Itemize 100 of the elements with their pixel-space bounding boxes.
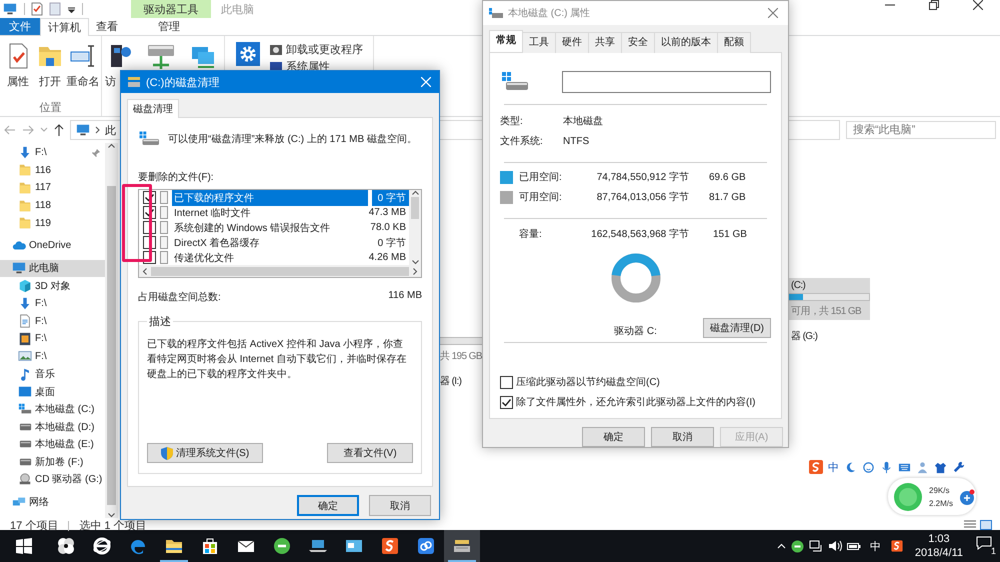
chevron-up-icon[interactable]: [776, 543, 786, 549]
nav-item[interactable]: F:\: [0, 144, 105, 162]
speed-ball-icon: [893, 482, 923, 512]
file-size: 0 字节: [372, 190, 409, 206]
ribbon-button[interactable]: 属性: [4, 42, 32, 100]
dialog-button[interactable]: 取消: [651, 427, 714, 447]
computer-icon[interactable]: [2, 2, 18, 16]
circle-app-icon[interactable]: [790, 540, 804, 552]
scrollbar-thumb[interactable]: [151, 266, 409, 276]
details-view-icon[interactable]: [964, 520, 976, 530]
close-icon[interactable]: [973, 0, 983, 10]
scrollbar[interactable]: [105, 143, 117, 518]
ribbon-link[interactable]: 卸载或更改程序: [269, 42, 363, 57]
context-tab-header: 驱动器工具: [131, 0, 211, 18]
nav-item[interactable]: 118: [0, 196, 105, 214]
tiles-view-icon[interactable]: [980, 520, 992, 530]
clock[interactable]: 1:03 2018/4/11: [914, 532, 963, 560]
checklist-icon[interactable]: [31, 2, 43, 16]
network-icon[interactable]: [808, 540, 823, 552]
dialog-tab[interactable]: 安全: [621, 32, 655, 53]
file-row[interactable]: Internet 临时文件 47.3 MB: [139, 205, 409, 220]
nav-item[interactable]: CD 驱动器 (G:): [0, 470, 105, 488]
microphone-icon[interactable]: [880, 460, 893, 474]
ribbon-tab[interactable]: 查看: [89, 18, 125, 35]
ribbon-button[interactable]: 打开: [36, 42, 64, 100]
emoji-icon[interactable]: [862, 460, 875, 474]
scrollbar-thumb[interactable]: [106, 186, 116, 505]
scrollbar[interactable]: [409, 190, 421, 265]
nav-item[interactable]: 116: [0, 162, 105, 180]
restore-icon[interactable]: [929, 0, 939, 10]
file-icon: [160, 236, 168, 249]
nav-item[interactable]: 本地磁盘 (D:): [0, 418, 105, 436]
dialog-tab[interactable]: 以前的版本: [654, 32, 718, 53]
field-value: 本地磁盘: [563, 114, 603, 128]
dialog-tab[interactable]: 工具: [522, 32, 556, 53]
search-field[interactable]: 搜索“此电脑”: [846, 121, 996, 139]
ribbon-button[interactable]: 重命名: [68, 42, 98, 100]
file-row[interactable]: 系统创建的 Windows 错误报告文件 78.0 KB: [139, 220, 409, 235]
file-row[interactable]: 传递优化文件 4.26 MB: [139, 250, 409, 265]
ribbon-button[interactable]: 访: [105, 42, 135, 89]
file-icon: [160, 251, 168, 264]
dialog-button[interactable]: 确定: [582, 427, 645, 447]
ribbon-tab[interactable]: 管理: [129, 18, 209, 35]
dialog-tab[interactable]: 共享: [588, 32, 622, 53]
dropdown-icon[interactable]: [67, 5, 76, 13]
ok-button[interactable]: 确定: [297, 495, 359, 516]
dialog-tab[interactable]: 配额: [717, 32, 751, 53]
total-size: 116 MB: [388, 290, 422, 303]
file-row[interactable]: 已下载的程序文件 0 字节: [139, 190, 409, 205]
moon-icon[interactable]: [844, 460, 857, 474]
nav-item[interactable]: 119: [0, 214, 105, 232]
input-mode[interactable]: 中: [828, 460, 839, 474]
scrollbar[interactable]: [139, 265, 421, 277]
nav-item[interactable]: 此电脑: [0, 260, 105, 278]
clean-system-button[interactable]: 清理系统文件(S): [147, 443, 263, 463]
notification-button[interactable]: 1: [976, 536, 996, 556]
nav-item[interactable]: 本地磁盘 (E:): [0, 436, 105, 454]
wrench-icon[interactable]: [952, 460, 965, 474]
file-menu-tab[interactable]: 文件: [0, 18, 40, 35]
battery-icon[interactable]: [846, 541, 861, 551]
checkbox[interactable]: [500, 376, 513, 388]
input-mode[interactable]: 中: [870, 538, 881, 554]
view-files-button[interactable]: 查看文件(V): [327, 443, 413, 463]
ribbon-tab[interactable]: 计算机: [40, 18, 89, 36]
pin-icon[interactable]: [92, 148, 101, 158]
nav-item[interactable]: F:\: [0, 294, 105, 312]
checkbox[interactable]: [500, 396, 513, 408]
cancel-button[interactable]: 取消: [369, 495, 431, 516]
nav-item[interactable]: 新加卷 (F:): [0, 453, 105, 471]
ribbon-button[interactable]: [147, 42, 177, 70]
nav-item[interactable]: 网络: [0, 493, 105, 511]
nav-item[interactable]: 3D 对象: [0, 277, 105, 295]
shirt-icon[interactable]: [934, 460, 947, 474]
file-list[interactable]: 已下载的程序文件 0 字节 Internet 临时文件 47.3 MB 系统创建的 Windows 错误报告文件 78.0 KB DirectX 着色器缓存 0 字节 传递优化文件 4.26 MB: [138, 189, 422, 278]
sogou-logo-icon[interactable]: [890, 539, 904, 553]
up-arrow-icon[interactable]: [54, 124, 64, 136]
circle-app-icon: [272, 536, 292, 556]
nav-item[interactable]: 本地磁盘 (C:): [0, 400, 105, 418]
file-size: 4.26 MB: [368, 251, 407, 264]
file-row[interactable]: DirectX 着色器缓存 0 字节: [139, 235, 409, 250]
size-value: 81.7 GB: [709, 192, 746, 202]
nav-item[interactable]: 117: [0, 179, 105, 197]
taskbar-button[interactable]: [444, 530, 480, 562]
dialog-tab[interactable]: 常规: [489, 30, 523, 52]
nav-item[interactable]: 桌面: [0, 382, 105, 400]
ribbon-button[interactable]: [233, 42, 263, 66]
nav-item[interactable]: OneDrive: [0, 236, 105, 255]
plus-icon[interactable]: [959, 488, 976, 504]
name-field[interactable]: [562, 71, 771, 93]
nav-item[interactable]: F:\: [0, 330, 105, 348]
nav-item[interactable]: 音乐: [0, 365, 105, 383]
file-icon: [160, 206, 168, 219]
nav-item[interactable]: F:\: [0, 348, 105, 366]
scrollbar-thumb[interactable]: [411, 197, 419, 219]
speaker-icon[interactable]: [828, 540, 842, 552]
nav-item[interactable]: F:\: [0, 312, 105, 330]
item-count: 17 个项目: [10, 519, 58, 533]
dialog-tab[interactable]: 硬件: [555, 32, 589, 53]
dialog-tab[interactable]: 磁盘清理: [127, 99, 179, 118]
disk-cleanup-button[interactable]: 磁盘清理(D): [703, 318, 771, 338]
